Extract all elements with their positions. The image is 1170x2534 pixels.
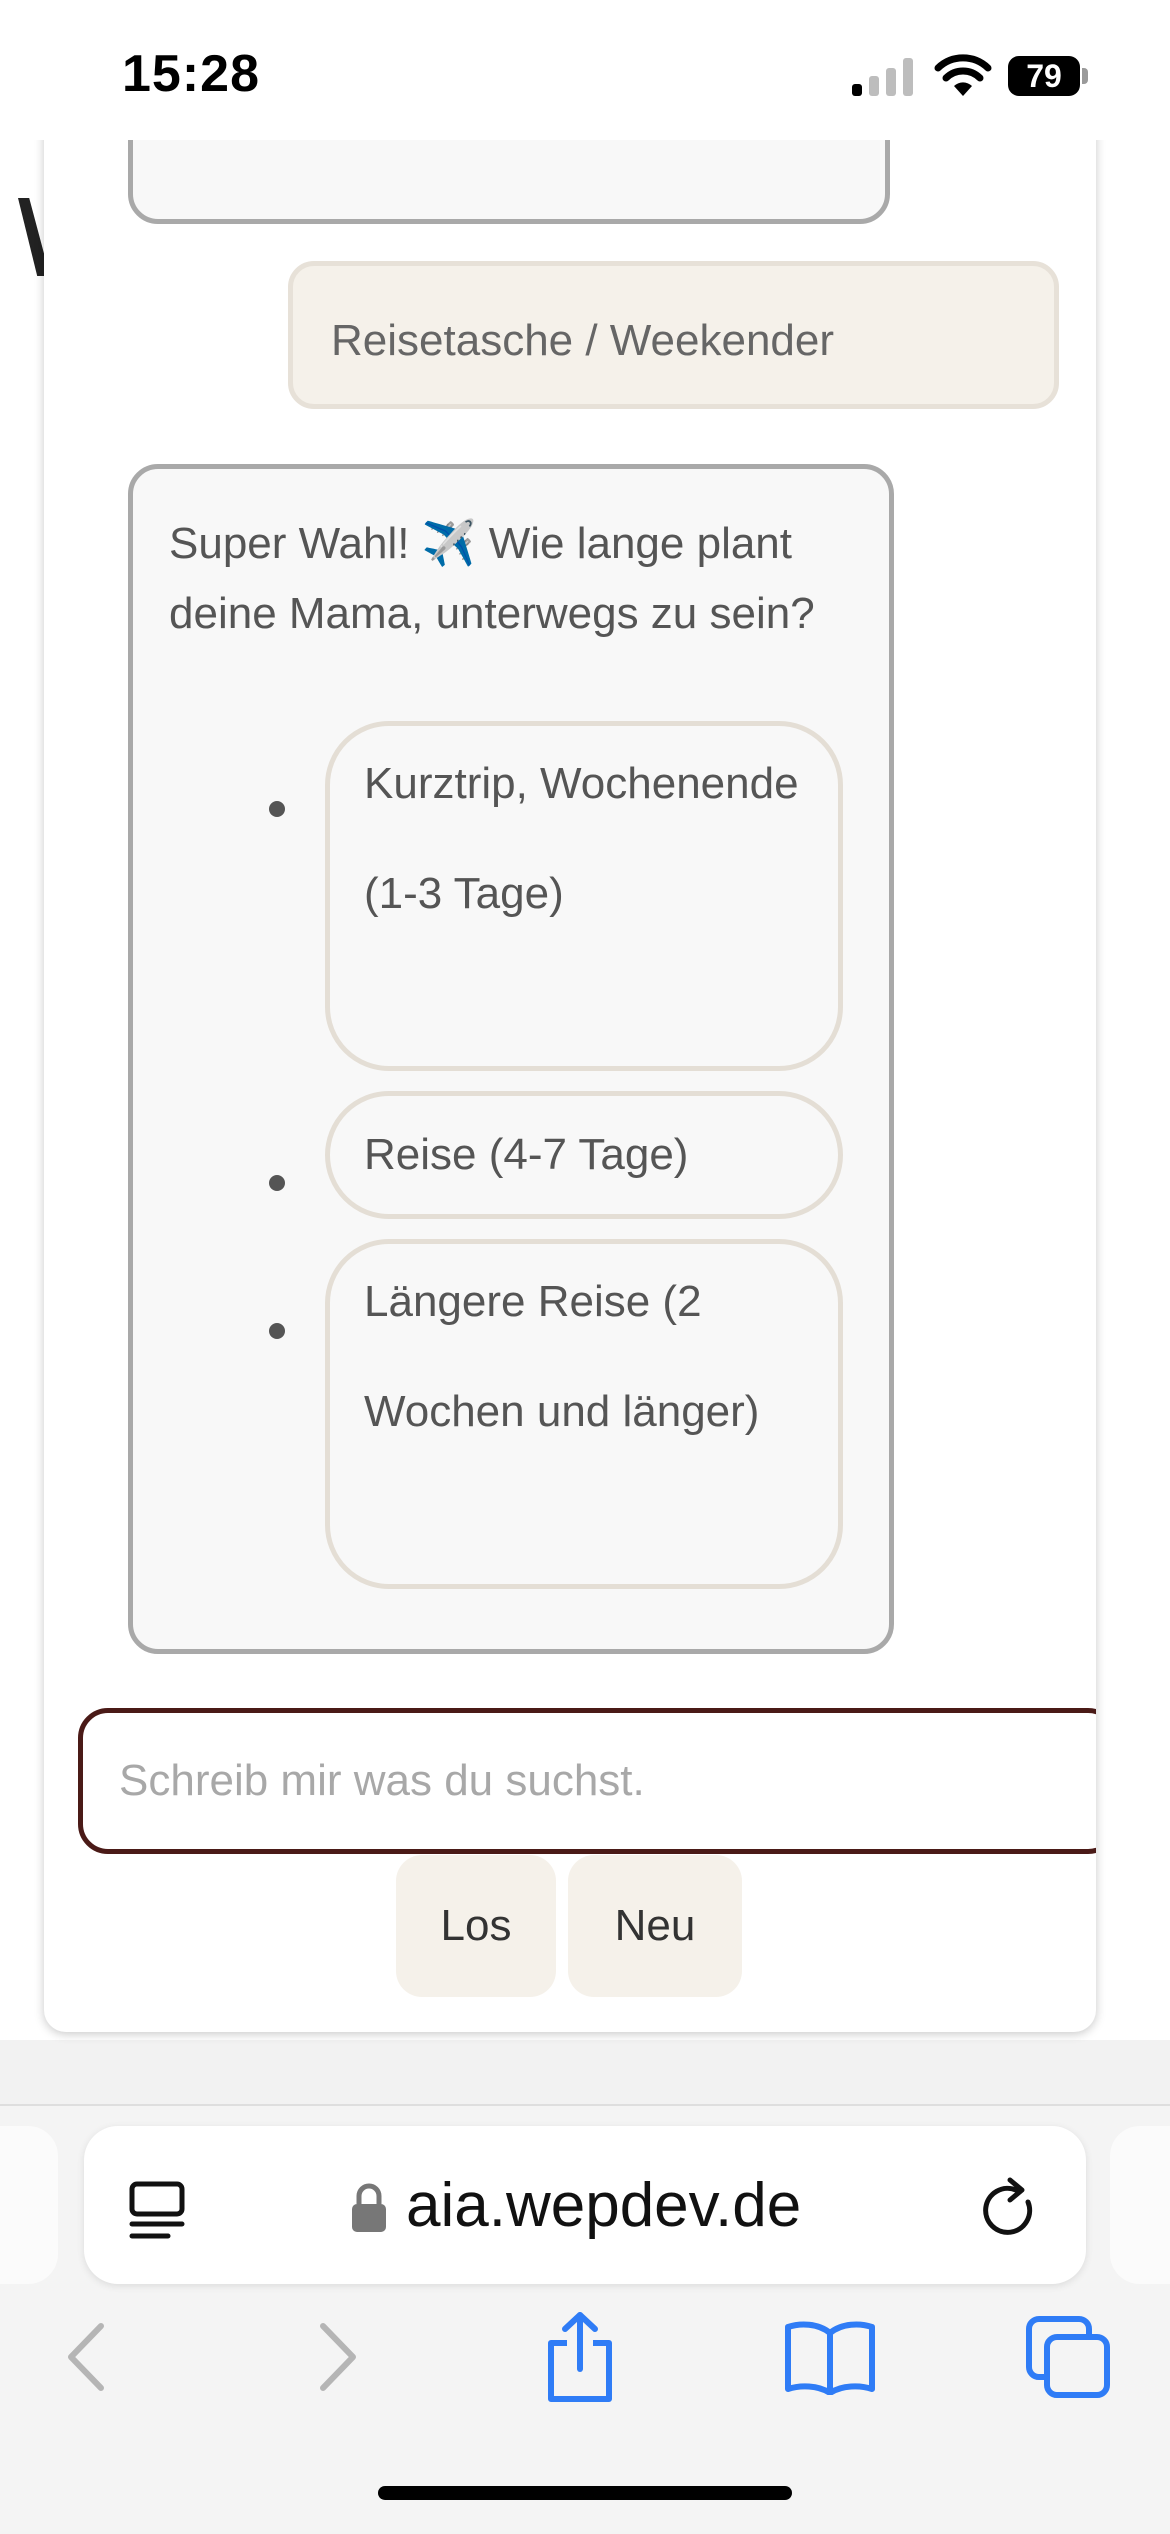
- status-bar: 15:28 79: [0, 0, 1170, 140]
- reload-icon[interactable]: [980, 2176, 1042, 2242]
- tabs-button[interactable]: [1024, 2312, 1114, 2402]
- book-icon: [785, 2321, 875, 2395]
- back-button[interactable]: [46, 2312, 126, 2402]
- bullet: [269, 1175, 285, 1191]
- page-background: [0, 2040, 1170, 2105]
- url-text[interactable]: aia.wepdev.de: [406, 2170, 801, 2241]
- battery-level: 79: [1008, 56, 1080, 96]
- tabs-icon: [1026, 2316, 1110, 2398]
- next-tab-edge[interactable]: [1110, 2126, 1170, 2284]
- share-icon: [548, 2312, 612, 2402]
- chevron-left-icon: [68, 2323, 104, 2391]
- bookmarks-button[interactable]: [780, 2312, 880, 2402]
- option-kurztrip[interactable]: Kurztrip, Wochenende (1-3 Tage): [325, 721, 843, 1071]
- bot-message-text: Super Wahl! ✈️ Wie lange plant deine Mam…: [169, 519, 815, 638]
- share-button[interactable]: [540, 2312, 620, 2402]
- forward-button[interactable]: [298, 2312, 378, 2402]
- option-reise[interactable]: Reise (4-7 Tage): [325, 1091, 843, 1219]
- option-laengere-reise[interactable]: Längere Reise (2 Wochen und länger): [325, 1239, 843, 1589]
- previous-tab-edge[interactable]: [0, 2126, 58, 2284]
- clock: 15:28: [122, 45, 260, 103]
- lock-icon: [352, 2183, 386, 2232]
- chevron-right-icon: [320, 2323, 356, 2391]
- bullet: [269, 801, 285, 817]
- bullet: [269, 1323, 285, 1339]
- new-chat-button[interactable]: Neu: [568, 1855, 742, 1997]
- chat-widget: Reisetasche / Weekender Super Wahl! ✈️ W…: [44, 120, 1096, 2032]
- user-message: Reisetasche / Weekender: [288, 261, 1059, 409]
- chat-input[interactable]: [78, 1708, 1096, 1854]
- address-bar[interactable]: aia.wepdev.de: [84, 2126, 1086, 2284]
- bot-message: Super Wahl! ✈️ Wie lange plant deine Mam…: [128, 464, 894, 1654]
- browser-toolbar: aia.wepdev.de: [0, 2104, 1170, 2534]
- cellular-signal-icon: [852, 58, 916, 96]
- page-menu-icon[interactable]: [128, 2180, 186, 2240]
- home-indicator[interactable]: [378, 2486, 792, 2500]
- wifi-icon: [934, 54, 992, 96]
- send-button[interactable]: Los: [396, 1855, 556, 1997]
- battery-icon: 79: [1008, 56, 1088, 96]
